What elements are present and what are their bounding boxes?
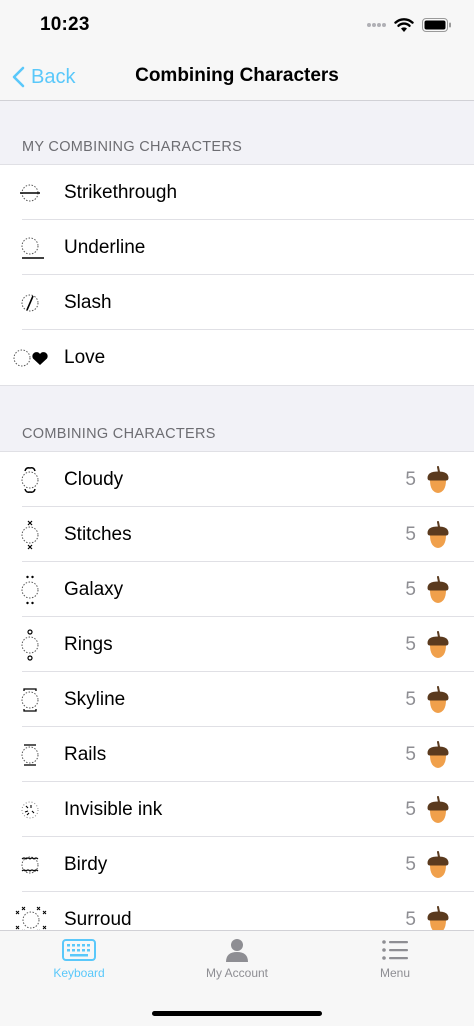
- acorn-icon[interactable]: [426, 520, 450, 549]
- list-item[interactable]: Invisible ink 5: [0, 782, 474, 837]
- item-label: Stitches: [64, 523, 132, 545]
- page-title: Combining Characters: [135, 65, 339, 86]
- tab-menu[interactable]: Menu: [316, 937, 474, 997]
- content-list[interactable]: MY COMBINING CHARACTERS Strikethrough Un…: [0, 101, 474, 930]
- rails-icon: [0, 727, 64, 782]
- tab-label: Menu: [379, 966, 411, 980]
- birdy-icon: [0, 837, 64, 892]
- list-item[interactable]: Galaxy 5: [0, 562, 474, 617]
- acorn-icon[interactable]: [426, 575, 450, 604]
- my-combining-list: Strikethrough Underline Slash Love: [0, 164, 474, 386]
- galaxy-icon: [0, 562, 64, 617]
- price-value: 5: [405, 908, 416, 930]
- invisible-ink-icon: [0, 782, 64, 837]
- price-value: 5: [405, 523, 416, 545]
- price-value: 5: [405, 468, 416, 490]
- rings-icon: [0, 617, 64, 672]
- section-header-mine: MY COMBINING CHARACTERS: [22, 139, 243, 155]
- acorn-icon[interactable]: [426, 795, 450, 824]
- list-item[interactable]: Underline: [0, 220, 474, 275]
- section-header-all: COMBINING CHARACTERS: [22, 426, 216, 442]
- list-item[interactable]: Rails 5: [0, 727, 474, 782]
- tab-label: Keyboard: [53, 966, 105, 980]
- item-label: Rails: [64, 743, 107, 765]
- status-bar: 10:23: [0, 0, 474, 52]
- item-label: Invisible ink: [64, 798, 163, 820]
- item-label: Strikethrough: [64, 181, 178, 203]
- price-value: 5: [405, 633, 416, 655]
- item-label: Skyline: [64, 688, 126, 710]
- list-item[interactable]: Strikethrough: [0, 165, 474, 220]
- price-value: 5: [405, 743, 416, 765]
- list-item[interactable]: Slash: [0, 275, 474, 330]
- surround-icon: [0, 892, 64, 930]
- battery-icon: [422, 18, 451, 32]
- list-item[interactable]: Stitches 5: [0, 507, 474, 562]
- price-value: 5: [405, 853, 416, 875]
- acorn-icon[interactable]: [426, 465, 450, 494]
- combining-list: Cloudy 5 Stitches 5 Galaxy 5 Rings 5 Sky…: [0, 451, 474, 930]
- price-value: 5: [405, 798, 416, 820]
- person-icon: [226, 939, 248, 962]
- acorn-icon[interactable]: [426, 685, 450, 714]
- tab-keyboard[interactable]: Keyboard: [0, 937, 158, 997]
- strikethrough-icon: [0, 165, 64, 220]
- tab-my-account[interactable]: My Account: [158, 937, 316, 997]
- price-value: 5: [405, 578, 416, 600]
- acorn-icon[interactable]: [426, 630, 450, 659]
- cloudy-icon: [0, 452, 64, 507]
- slash-icon: [0, 275, 64, 330]
- list-icon: [382, 940, 408, 960]
- love-icon: [0, 330, 64, 385]
- skyline-icon: [0, 672, 64, 727]
- item-label: Surroud: [64, 908, 132, 930]
- wifi-icon: [394, 17, 414, 32]
- list-item[interactable]: Birdy 5: [0, 837, 474, 892]
- tab-label: My Account: [205, 966, 269, 980]
- navigation-bar: Back Combining Characters: [0, 52, 474, 101]
- acorn-icon[interactable]: [426, 905, 450, 930]
- list-item[interactable]: Skyline 5: [0, 672, 474, 727]
- status-time: 10:23: [40, 14, 90, 35]
- acorn-icon[interactable]: [426, 850, 450, 879]
- home-indicator[interactable]: [152, 1011, 322, 1016]
- underline-icon: [0, 220, 64, 275]
- list-item[interactable]: Surroud 5: [0, 892, 474, 930]
- stitches-icon: [0, 507, 64, 562]
- status-icons: [366, 15, 452, 35]
- price-value: 5: [405, 688, 416, 710]
- list-item[interactable]: Love: [0, 330, 474, 385]
- list-item[interactable]: Cloudy 5: [0, 452, 474, 507]
- item-label: Rings: [64, 633, 113, 655]
- item-label: Galaxy: [64, 578, 124, 600]
- item-label: Cloudy: [64, 468, 124, 490]
- item-label: Underline: [64, 236, 146, 258]
- item-label: Love: [64, 346, 106, 368]
- item-label: Birdy: [64, 853, 108, 875]
- list-item[interactable]: Rings 5: [0, 617, 474, 672]
- acorn-icon[interactable]: [426, 740, 450, 769]
- keyboard-icon: [62, 939, 96, 961]
- item-label: Slash: [64, 291, 112, 313]
- signal-icon: [367, 23, 386, 27]
